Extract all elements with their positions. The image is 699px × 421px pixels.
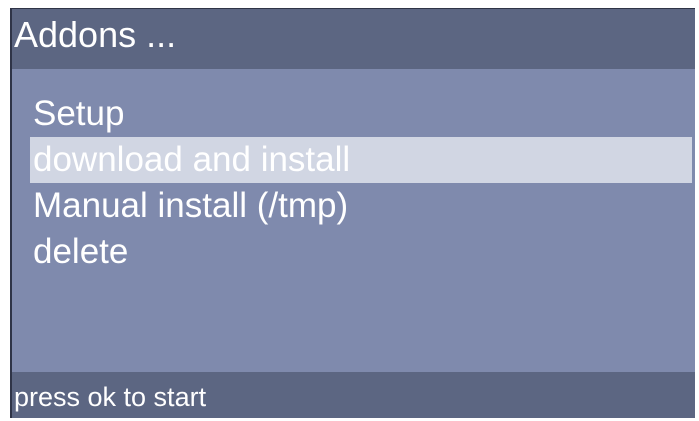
status-hint: press ok to start bbox=[12, 372, 695, 418]
screen-title: Addons ... bbox=[12, 9, 695, 69]
addons-menu: Setup download and install Manual instal… bbox=[30, 91, 692, 275]
addons-screen: Addons ... Setup download and install Ma… bbox=[10, 8, 695, 418]
menu-item-download-and-install[interactable]: download and install bbox=[30, 137, 692, 183]
menu-item-manual-install[interactable]: Manual install (/tmp) bbox=[30, 183, 692, 229]
menu-item-setup[interactable]: Setup bbox=[30, 91, 692, 137]
menu-item-delete[interactable]: delete bbox=[30, 229, 692, 275]
